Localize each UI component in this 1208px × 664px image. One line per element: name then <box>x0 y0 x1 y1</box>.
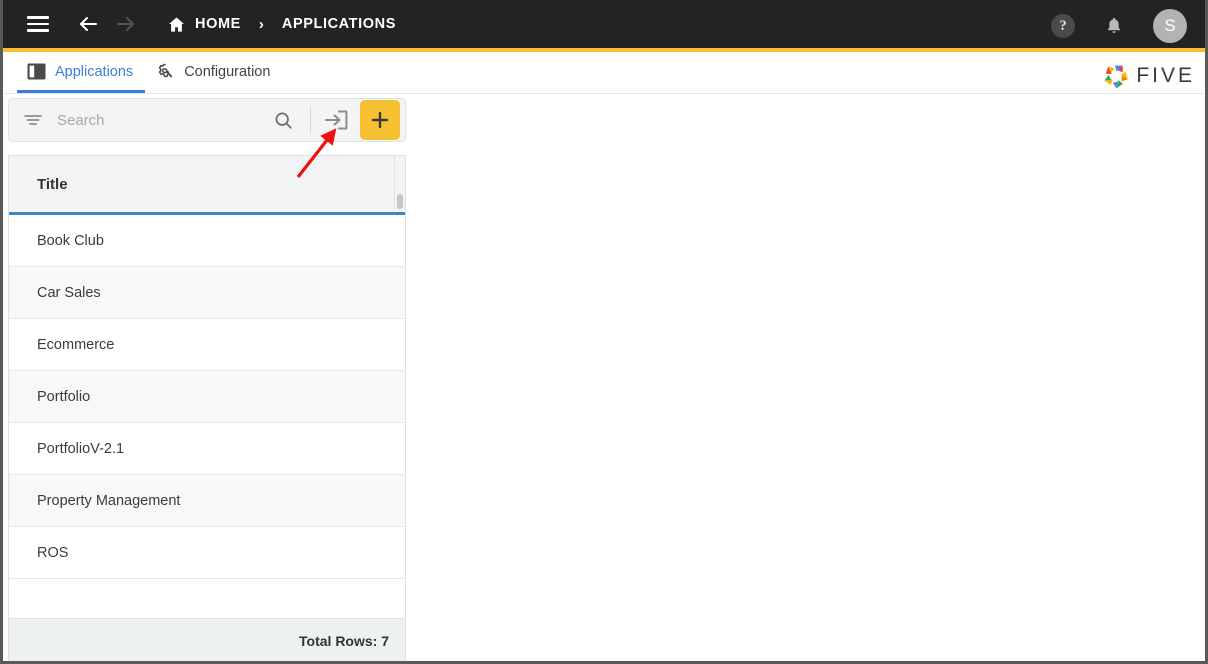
panel-layout-icon <box>27 63 46 80</box>
cell-title: PortfolioV-2.1 <box>37 440 125 457</box>
arrow-left-icon[interactable] <box>71 7 105 41</box>
table-row[interactable]: PortfolioV-2.1 <box>9 423 405 475</box>
cell-title: Portfolio <box>37 388 91 405</box>
bell-icon[interactable] <box>1097 9 1131 43</box>
help-circle-icon[interactable]: ? <box>1051 14 1075 38</box>
breadcrumb-home-label[interactable]: HOME <box>195 16 241 32</box>
tab-configuration-label: Configuration <box>184 63 271 80</box>
cell-title: Book Club <box>37 232 104 249</box>
cell-title: Car Sales <box>37 284 101 301</box>
hamburger-bar <box>27 22 49 26</box>
vertical-scrollbar[interactable] <box>394 156 405 209</box>
top-bar-actions: ? S <box>1051 0 1187 52</box>
breadcrumb-current-label: APPLICATIONS <box>281 16 396 32</box>
applications-grid: Title Book Club Car Sales Ecommerce Port… <box>8 155 406 661</box>
total-rows-label: Total Rows: 7 <box>299 632 389 649</box>
cell-title: Property Management <box>37 492 181 509</box>
hamburger-menu-icon[interactable] <box>21 7 55 41</box>
table-row[interactable]: ROS <box>9 527 405 579</box>
scrollbar-thumb[interactable] <box>397 194 403 209</box>
import-arrow-into-box-icon[interactable] <box>321 105 351 135</box>
filter-icon[interactable] <box>23 112 43 128</box>
hamburger-bars <box>27 12 49 36</box>
table-row[interactable]: Property Management <box>9 475 405 527</box>
gear-wrench-icon <box>155 62 175 81</box>
table-row[interactable]: Ecommerce <box>9 319 405 371</box>
grid-header-row: Title <box>9 155 405 215</box>
breadcrumb: HOME › APPLICATIONS <box>167 15 396 34</box>
table-row[interactable]: Book Club <box>9 215 405 267</box>
five-pinwheel-logo <box>1103 63 1129 89</box>
table-row[interactable]: Portfolio <box>9 371 405 423</box>
hamburger-bar <box>27 29 49 32</box>
arrow-right-icon[interactable] <box>109 7 143 41</box>
cell-title: ROS <box>37 544 69 561</box>
hamburger-bar <box>27 16 49 19</box>
cell-title: Ecommerce <box>37 336 115 353</box>
toolbar-divider <box>310 107 311 133</box>
search-input[interactable] <box>57 111 267 129</box>
tab-applications-label: Applications <box>55 63 134 80</box>
home-icon[interactable] <box>167 15 186 34</box>
tab-strip: Applications Configuration FIVE <box>3 52 1205 94</box>
top-navigation-bar: HOME › APPLICATIONS ? S <box>3 0 1205 52</box>
column-header-title[interactable]: Title <box>37 176 68 193</box>
tab-applications[interactable]: Applications <box>17 53 146 93</box>
navigation-arrows <box>71 7 143 41</box>
magnifier-icon[interactable] <box>267 110 300 131</box>
grid-footer: Total Rows: 7 <box>9 618 405 661</box>
chevron-right-icon: › <box>258 15 264 33</box>
applications-panel: Title Book Club Car Sales Ecommerce Port… <box>8 98 406 661</box>
list-toolbar <box>8 98 406 142</box>
avatar[interactable]: S <box>1153 9 1187 43</box>
add-application-button[interactable] <box>360 100 400 140</box>
tab-configuration[interactable]: Configuration <box>145 53 282 93</box>
brand-logo: FIVE <box>1103 63 1195 89</box>
table-row[interactable]: Car Sales <box>9 267 405 319</box>
brand-name: FIVE <box>1136 64 1195 87</box>
application-window: HOME › APPLICATIONS ? S Applications Con… <box>0 0 1208 664</box>
